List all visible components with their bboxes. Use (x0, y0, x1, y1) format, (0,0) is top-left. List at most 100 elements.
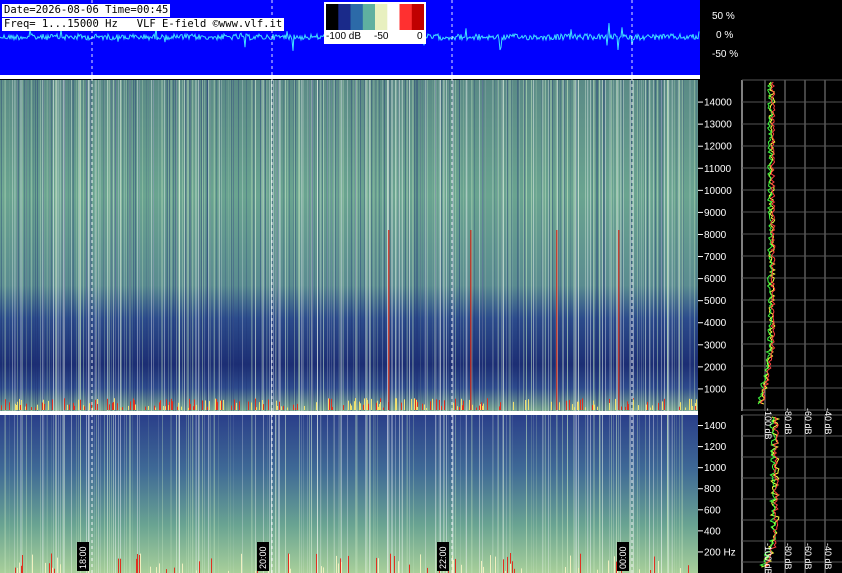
streak-dark (199, 80, 200, 411)
burst-upper (207, 406, 208, 410)
streak-lower (533, 415, 534, 573)
burst-upper (172, 401, 173, 410)
burst-upper (148, 406, 149, 410)
streak-lower (47, 415, 48, 573)
streak-dark (638, 80, 639, 411)
burst-lower (289, 554, 290, 573)
burst-upper (364, 398, 365, 410)
burst-upper (189, 398, 190, 410)
streak-lower (178, 415, 179, 573)
burst-upper (401, 402, 402, 410)
streak-dark (474, 80, 475, 411)
burst-upper (444, 400, 445, 410)
burst-upper (48, 400, 49, 410)
streak-lower (377, 415, 378, 573)
burst-lower (680, 568, 681, 573)
burst-upper (255, 398, 256, 410)
streak-upper (493, 80, 494, 411)
streak-dark (68, 80, 69, 411)
streak-lower (230, 415, 231, 573)
streak-upper (425, 80, 426, 411)
burst-upper (9, 402, 10, 410)
streak-lower (637, 415, 638, 573)
streak-upper (187, 80, 188, 411)
streak-dark (327, 80, 328, 411)
burst-upper (20, 405, 21, 410)
streak-upper (590, 80, 591, 411)
streak-upper (55, 80, 56, 411)
streak-dark (64, 80, 65, 411)
freq-tick-label: 14000 (704, 98, 732, 109)
streak-dark (43, 80, 44, 411)
streak-lower (609, 415, 610, 573)
streak-upper (664, 80, 665, 411)
streak-dark (135, 80, 136, 411)
streak-dark (629, 80, 630, 411)
streak-upper (266, 80, 267, 411)
streak-upper (370, 80, 371, 411)
streak-lower (162, 415, 163, 573)
burst-lower (490, 555, 491, 573)
streak-dark (482, 80, 483, 411)
burst-upper (17, 401, 18, 410)
colorbar-swatch (362, 4, 376, 30)
red-streak (388, 230, 390, 410)
burst-upper (159, 403, 160, 410)
burst-upper (559, 403, 560, 410)
burst-upper (42, 402, 43, 410)
streak-dark (497, 80, 498, 411)
burst-upper (25, 406, 26, 410)
burst-upper (695, 406, 696, 410)
streak-upper (657, 80, 658, 411)
burst-upper (463, 400, 464, 410)
streak-dark (86, 80, 87, 411)
streak-upper (439, 80, 440, 411)
streak-dark (72, 80, 73, 411)
burst-upper (1, 405, 2, 410)
streak-lower (242, 415, 243, 573)
streak-lower (479, 415, 480, 573)
streak-upper (694, 80, 695, 411)
burst-lower (580, 553, 581, 573)
burst-lower (49, 563, 50, 573)
streak-upper (12, 80, 13, 411)
streak-lower (251, 415, 252, 573)
streak-dark (146, 80, 147, 411)
burst-upper (594, 404, 595, 410)
streak-dark (683, 80, 684, 411)
streak-lower (214, 415, 215, 573)
streak-lower (391, 415, 392, 573)
streak-lower (210, 415, 211, 573)
streak-upper (287, 80, 288, 411)
streak-lower (406, 415, 407, 573)
streak-dark (415, 80, 416, 411)
burst-upper (295, 407, 296, 410)
streak-lower (509, 415, 510, 573)
streak-lower (320, 415, 321, 573)
burst-upper (359, 401, 360, 410)
burst-lower (51, 553, 52, 573)
streak-lower (202, 415, 203, 573)
streak-upper (113, 80, 114, 411)
spectrum-profile-panel: -100 dB -100 dB -80 dB -80 dB -60 dB -60 dB -4… (741, 79, 842, 573)
streak-upper (14, 80, 15, 411)
burst-upper (259, 402, 260, 410)
streak-lower (482, 415, 483, 573)
streak-dark (254, 80, 255, 411)
burst-upper (190, 403, 191, 410)
streak-upper (124, 80, 125, 411)
streak-lower (471, 415, 472, 573)
burst-upper (332, 406, 333, 410)
burst-lower (52, 567, 53, 573)
streak-lower (42, 415, 43, 573)
streak-lower (132, 415, 133, 573)
burst-upper (441, 405, 442, 410)
streak-lower (389, 415, 390, 573)
burst-upper (43, 399, 44, 410)
burst-lower (654, 556, 655, 573)
burst-upper (155, 407, 156, 410)
streak-lower (303, 415, 304, 573)
burst-upper (572, 404, 573, 410)
streak-lower (599, 415, 600, 573)
streak-upper (196, 80, 197, 411)
